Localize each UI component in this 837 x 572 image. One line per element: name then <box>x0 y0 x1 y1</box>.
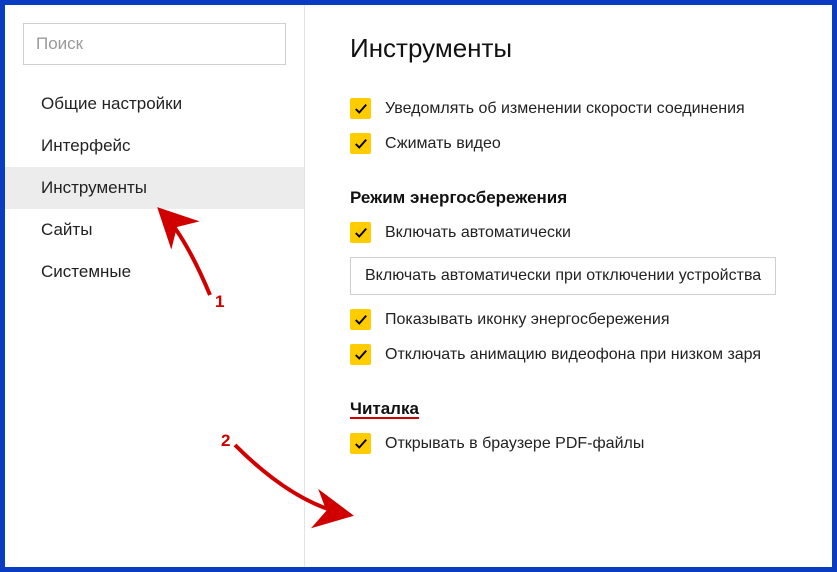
search-container <box>5 23 304 83</box>
section-heading-power: Режим энергосбережения <box>350 188 832 208</box>
sidebar-item-system[interactable]: Системные <box>5 251 304 293</box>
settings-sidebar: Общие настройки Интерфейс Инструменты Са… <box>5 5 305 567</box>
checkbox-open-pdf[interactable] <box>350 433 371 454</box>
check-icon <box>354 437 368 451</box>
option-row-show-icon: Показывать иконку энергосбережения <box>350 309 832 330</box>
option-label: Включать автоматически <box>385 224 571 242</box>
settings-content: Инструменты Уведомлять об изменении скор… <box>306 5 832 567</box>
search-input[interactable] <box>23 23 286 65</box>
checkbox-auto-enable[interactable] <box>350 222 371 243</box>
page-title: Инструменты <box>350 33 832 64</box>
sidebar-item-label: Инструменты <box>41 178 147 198</box>
check-icon <box>354 226 368 240</box>
sidebar-item-label: Сайты <box>41 220 92 240</box>
option-label: Отключать анимацию видеофона при низком … <box>385 346 761 364</box>
check-icon <box>354 102 368 116</box>
power-mode-dropdown[interactable]: Включать автоматически при отключении ус… <box>350 257 776 295</box>
sidebar-item-general[interactable]: Общие настройки <box>5 83 304 125</box>
option-label: Уведомлять об изменении скорости соедине… <box>385 100 745 118</box>
checkbox-compress-video[interactable] <box>350 133 371 154</box>
option-row-open-pdf: Открывать в браузере PDF-файлы <box>350 433 832 454</box>
checkbox-show-icon[interactable] <box>350 309 371 330</box>
option-row-compress-video: Сжимать видео <box>350 133 832 154</box>
option-label: Показывать иконку энергосбережения <box>385 311 669 329</box>
sidebar-item-label: Системные <box>41 262 131 282</box>
check-icon <box>354 313 368 327</box>
checkbox-notify-speed[interactable] <box>350 98 371 119</box>
option-label: Сжимать видео <box>385 135 501 153</box>
check-icon <box>354 348 368 362</box>
checkbox-disable-anim[interactable] <box>350 344 371 365</box>
sidebar-item-label: Общие настройки <box>41 94 182 114</box>
sidebar-item-label: Интерфейс <box>41 136 131 156</box>
check-icon <box>354 137 368 151</box>
option-row-notify-speed: Уведомлять об изменении скорости соедине… <box>350 98 832 119</box>
power-mode-select-row: Включать автоматически при отключении ус… <box>350 257 832 295</box>
option-label: Открывать в браузере PDF-файлы <box>385 435 644 453</box>
sidebar-item-interface[interactable]: Интерфейс <box>5 125 304 167</box>
sidebar-item-sites[interactable]: Сайты <box>5 209 304 251</box>
option-row-disable-anim: Отключать анимацию видеофона при низком … <box>350 344 832 365</box>
dropdown-value: Включать автоматически при отключении ус… <box>365 267 761 285</box>
option-row-auto-enable: Включать автоматически <box>350 222 832 243</box>
section-heading-reader: Читалка <box>350 399 832 419</box>
sidebar-item-tools[interactable]: Инструменты <box>5 167 304 209</box>
